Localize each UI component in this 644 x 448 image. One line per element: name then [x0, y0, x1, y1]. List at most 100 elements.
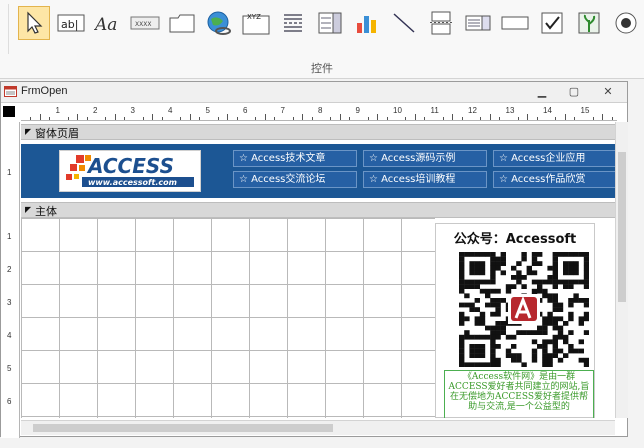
qr-module — [563, 284, 569, 289]
link-access-forum[interactable]: ☆ Access交流论坛 — [233, 171, 357, 188]
qr-module — [459, 265, 465, 271]
qr-module — [495, 288, 501, 294]
textbox-icon[interactable]: ab| — [55, 6, 87, 40]
wechat-panel[interactable]: 公众号：Accessoft 《Access软件网》是由一群ACCESS爱好者共同… — [435, 223, 595, 418]
svg-text:Aa: Aa — [94, 15, 117, 34]
close-icon: ✕ — [603, 86, 613, 98]
qr-module — [469, 265, 475, 271]
qr-module — [552, 275, 558, 280]
design-grid[interactable] — [21, 218, 435, 418]
horizontal-scroll-thumb[interactable] — [33, 424, 333, 432]
qr-module — [511, 344, 517, 349]
ruler-number: 1 — [7, 232, 12, 241]
list-box-icon[interactable] — [462, 6, 494, 40]
rectangle-icon[interactable] — [499, 6, 531, 40]
link-access-articles[interactable]: ☆ Access技术文章 — [233, 150, 357, 167]
horizontal-ruler[interactable]: 1 2 3 4 5 6 7 8 9 10 11 12 13 14 15 — [21, 104, 617, 121]
image-icon[interactable] — [573, 6, 605, 40]
minimize-button[interactable]: ▁ — [531, 84, 553, 99]
vertical-scroll-thumb[interactable] — [618, 152, 626, 302]
qr-module — [459, 284, 465, 289]
label-aa-icon[interactable]: Aa — [92, 6, 124, 40]
qr-module — [573, 348, 579, 354]
qr-module — [578, 357, 584, 363]
ruler-number: 3 — [7, 298, 12, 307]
vertical-ruler[interactable]: 1 1 2 3 4 5 6 — [1, 122, 20, 438]
qr-module — [490, 265, 496, 271]
qr-module — [547, 298, 553, 303]
qr-module — [547, 316, 553, 322]
qr-module — [516, 353, 522, 358]
qr-module — [531, 279, 538, 285]
logo-text: ACCESS — [86, 154, 174, 178]
line-icon[interactable] — [388, 6, 420, 40]
qr-module — [552, 321, 558, 326]
qr-module — [568, 302, 574, 308]
qr-module — [490, 334, 496, 340]
insert-page-icon[interactable] — [425, 6, 457, 40]
qr-module — [583, 302, 589, 308]
qr-module — [547, 275, 553, 280]
qr-module — [583, 270, 589, 276]
chart-icon[interactable] — [351, 6, 383, 40]
restore-button[interactable]: ▢ — [563, 84, 585, 99]
qr-module — [531, 288, 538, 294]
ruler-tick — [517, 117, 519, 120]
qr-module — [479, 316, 486, 322]
panel-description[interactable]: 《Access软件网》是由一群ACCESS爱好者共同建立的网站,旨在无偿地为AC… — [444, 370, 594, 418]
qr-module — [490, 325, 496, 331]
form-selector[interactable] — [3, 106, 15, 117]
option-button-icon[interactable] — [610, 6, 642, 40]
qr-code-image[interactable] — [459, 252, 589, 367]
qr-module — [490, 357, 496, 363]
qr-module — [459, 321, 465, 326]
qr-module — [542, 357, 548, 363]
qr-module — [552, 325, 558, 331]
qr-module — [490, 344, 496, 349]
qr-module — [568, 311, 574, 317]
ruler-tick — [602, 114, 604, 120]
horizontal-scrollbar[interactable] — [21, 420, 615, 435]
qr-module — [552, 270, 558, 276]
ruler-tick — [349, 117, 351, 120]
tab-control-icon[interactable] — [166, 6, 198, 40]
qr-module — [521, 330, 527, 335]
detail-area[interactable]: 公众号：Accessoft 《Access软件网》是由一群ACCESS爱好者共同… — [21, 218, 617, 418]
qr-module — [521, 275, 527, 280]
option-group-xyz-icon[interactable]: XYZ — [240, 6, 272, 40]
ruler-tick — [311, 117, 313, 120]
qr-module — [469, 302, 475, 308]
section-bar-form-header[interactable]: ◤ 窗体页眉 — [21, 124, 617, 140]
checkbox-icon[interactable] — [536, 6, 568, 40]
qr-module — [573, 270, 579, 276]
button-xxxx-icon[interactable]: XXXX — [129, 6, 161, 40]
link-access-showcase[interactable]: ☆ Access作品欣赏 — [493, 171, 617, 188]
vertical-scrollbar[interactable] — [615, 122, 628, 418]
qr-module — [583, 362, 589, 367]
ribbon: ab| Aa XXXX XYZ 控件 — [0, 0, 644, 79]
qr-module — [490, 348, 496, 354]
ruler-tick — [377, 114, 379, 120]
hyperlink-globe-icon[interactable] — [203, 6, 235, 40]
qr-module — [583, 284, 589, 289]
link-access-enterprise[interactable]: ☆ Access企业应用 — [493, 150, 617, 167]
ruler-number: 2 — [93, 106, 98, 115]
close-button[interactable]: ✕ — [597, 84, 619, 99]
qr-module — [537, 344, 543, 349]
qr-module — [542, 330, 548, 335]
ruler-number: 5 — [7, 364, 12, 373]
section-bar-detail[interactable]: ◤ 主体 — [21, 202, 617, 218]
minimize-icon: ▁ — [537, 86, 547, 98]
qr-module — [495, 334, 501, 340]
qr-module — [479, 288, 486, 294]
link-access-training[interactable]: ☆ Access培训教程 — [363, 171, 487, 188]
qr-module — [459, 270, 465, 276]
page-break-icon[interactable] — [277, 6, 309, 40]
combo-box-icon[interactable] — [314, 6, 346, 40]
form-header-area[interactable]: ACCESS www.accessoft.com ☆ Access技术文章 ☆ … — [21, 144, 617, 198]
link-access-source-samples[interactable]: ☆ Access源码示例 — [363, 150, 487, 167]
access-logo[interactable]: ACCESS www.accessoft.com — [59, 150, 201, 192]
qr-module — [583, 357, 589, 363]
select-pointer-icon[interactable] — [18, 6, 50, 40]
ruler-tick — [217, 117, 219, 120]
